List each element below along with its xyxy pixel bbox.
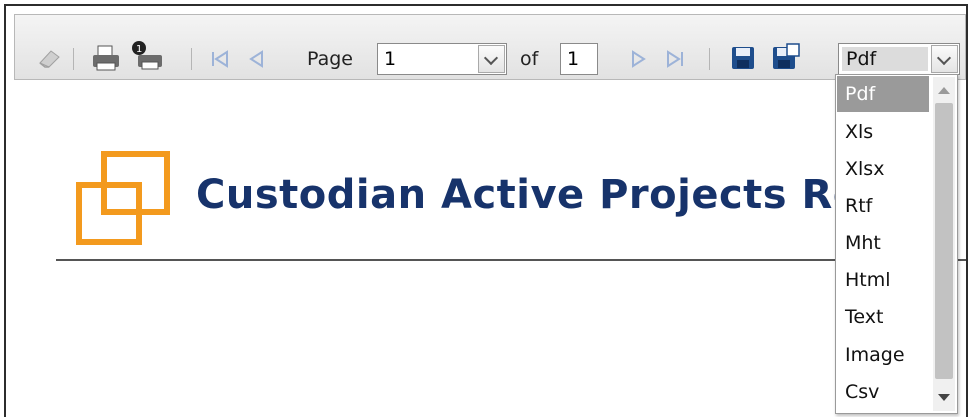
format-option-rtf[interactable]: Rtf <box>837 188 929 224</box>
report-title: Custodian Active Projects Re <box>196 172 861 218</box>
chevron-down-icon[interactable] <box>478 45 505 73</box>
toolbar-separator <box>73 48 74 70</box>
export-format-value: Pdf <box>842 47 928 71</box>
save-icon[interactable] <box>730 45 756 71</box>
page-number-select[interactable]: 1 <box>377 43 507 75</box>
scrollbar-thumb[interactable] <box>935 103 953 379</box>
first-page-icon[interactable] <box>209 48 231 70</box>
report-viewer: 1 Page 1 of 1 Pdf Custodian Active Proje… <box>4 4 968 417</box>
total-pages-field: 1 <box>560 43 598 75</box>
chevron-down-icon[interactable] <box>931 45 958 73</box>
format-option-html[interactable]: Html <box>837 262 929 298</box>
format-option-csv[interactable]: Csv <box>837 374 929 410</box>
export-format-dropdown: Pdf Xls Xlsx Rtf Mht Html Text Image Csv <box>835 74 958 414</box>
header-divider <box>56 259 966 261</box>
report-logo-icon <box>76 151 170 245</box>
svg-text:1: 1 <box>136 44 142 55</box>
of-label: of <box>520 48 539 70</box>
scroll-up-icon[interactable] <box>938 87 950 94</box>
format-option-mht[interactable]: Mht <box>837 225 929 261</box>
total-pages-value: 1 <box>567 48 580 70</box>
previous-page-icon[interactable] <box>246 48 268 70</box>
next-page-icon[interactable] <box>627 48 649 70</box>
toolbar-separator <box>709 48 710 70</box>
save-new-window-icon[interactable] <box>771 43 801 73</box>
format-option-text[interactable]: Text <box>837 299 929 335</box>
eraser-icon[interactable] <box>37 45 63 71</box>
export-format-select[interactable]: Pdf <box>838 43 960 75</box>
toolbar-separator <box>191 48 192 70</box>
print-icon[interactable] <box>91 43 121 73</box>
page-number-value: 1 <box>384 48 397 70</box>
format-option-pdf[interactable]: Pdf <box>837 76 929 112</box>
scroll-down-icon[interactable] <box>938 394 950 401</box>
print-page-icon[interactable]: 1 <box>130 39 164 73</box>
report-toolbar: 1 Page 1 of 1 Pdf <box>14 14 966 80</box>
format-option-image[interactable]: Image <box>837 337 929 373</box>
format-option-xls[interactable]: Xls <box>837 114 929 150</box>
last-page-icon[interactable] <box>664 48 686 70</box>
page-label: Page <box>307 48 353 70</box>
format-option-xlsx[interactable]: Xlsx <box>837 151 929 187</box>
dropdown-scrollbar[interactable] <box>933 77 955 411</box>
